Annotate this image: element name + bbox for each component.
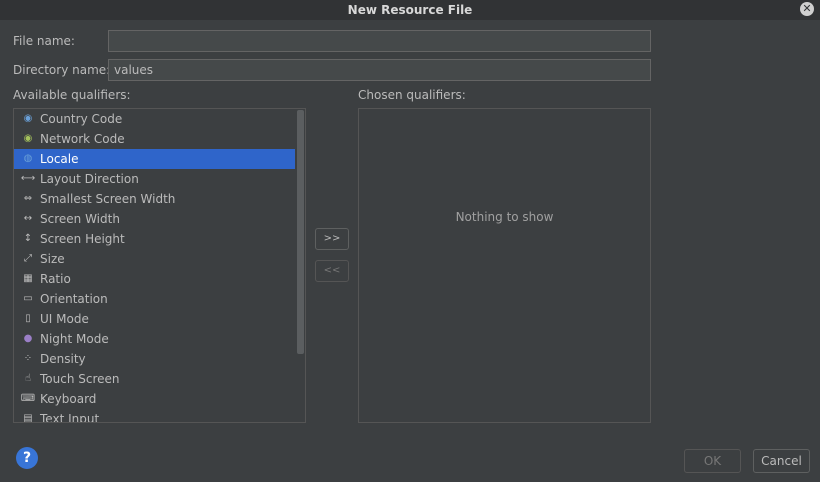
qualifier-label: Size	[40, 252, 65, 266]
night-mode-icon: ●	[23, 333, 33, 344]
qualifier-item[interactable]: ◉ Country Code	[14, 109, 295, 129]
file-name-label: File name:	[13, 34, 75, 48]
qualifier-label: Smallest Screen Width	[40, 192, 176, 206]
help-icon[interactable]: ?	[16, 447, 38, 469]
ui-mode-icon: ▯	[25, 313, 31, 324]
screen-height-icon: ↕	[23, 233, 33, 244]
size-icon: ⤢	[24, 253, 32, 264]
qualifier-label: Screen Width	[40, 212, 120, 226]
directory-name-input[interactable]	[108, 59, 651, 81]
qualifier-label: Ratio	[40, 272, 71, 286]
title-bar: New Resource File ✕	[0, 0, 820, 20]
qualifier-item[interactable]: ◍ Locale	[14, 149, 295, 169]
qualifier-label: Orientation	[40, 292, 108, 306]
density-icon: ⁘	[23, 353, 33, 364]
orientation-icon: ▭	[23, 293, 33, 304]
add-qualifier-button[interactable]: >>	[315, 228, 349, 250]
qualifier-item[interactable]: ▦ Ratio	[14, 269, 295, 289]
globe-icon: ◍	[23, 153, 33, 164]
qualifier-label: Keyboard	[40, 392, 97, 406]
ok-button[interactable]: OK	[684, 449, 741, 473]
qualifier-item[interactable]: ▯ UI Mode	[14, 309, 295, 329]
qualifier-item[interactable]: ↕ Screen Height	[14, 229, 295, 249]
qualifier-item[interactable]: ⌨ Keyboard	[14, 389, 295, 409]
directory-name-label: Directory name:	[13, 63, 111, 77]
smallest-width-icon: ⇔	[23, 193, 33, 204]
qualifier-label: Country Code	[40, 112, 123, 126]
qualifier-label: Layout Direction	[40, 172, 139, 186]
qualifier-label: Locale	[40, 152, 79, 166]
remove-qualifier-button[interactable]: <<	[315, 260, 349, 282]
qualifier-item[interactable]: ⁘ Density	[14, 349, 295, 369]
qualifier-item[interactable]: ☝ Touch Screen	[14, 369, 295, 389]
qualifier-label: Density	[40, 352, 86, 366]
network-code-icon: ◉	[23, 133, 33, 144]
text-input-icon: ▤	[23, 413, 33, 422]
qualifier-label: UI Mode	[40, 312, 89, 326]
chosen-qualifiers-label: Chosen qualifiers:	[358, 88, 466, 102]
qualifier-label: Text Input	[40, 412, 100, 422]
cancel-button[interactable]: Cancel	[753, 449, 810, 473]
chosen-qualifiers-list[interactable]: Nothing to show	[358, 108, 651, 423]
qualifier-item[interactable]: ● Night Mode	[14, 329, 295, 349]
available-qualifiers-label: Available qualifiers:	[13, 88, 131, 102]
qualifier-item[interactable]: ▭ Orientation	[14, 289, 295, 309]
qualifier-item[interactable]: ⤢ Size	[14, 249, 295, 269]
close-icon[interactable]: ✕	[800, 2, 814, 16]
dialog-title: New Resource File	[347, 3, 473, 17]
touch-screen-icon: ☝	[24, 373, 32, 384]
qualifier-item[interactable]: ⇔ Smallest Screen Width	[14, 189, 295, 209]
country-code-icon: ◉	[23, 113, 33, 124]
list-scrollbar[interactable]	[297, 110, 304, 354]
empty-state-text: Nothing to show	[455, 210, 554, 224]
screen-width-icon: ↔	[23, 213, 33, 224]
qualifier-label: Touch Screen	[40, 372, 120, 386]
layout-direction-icon: ⟷	[20, 173, 36, 184]
available-qualifiers-list[interactable]: ◉ Country Code ◉ Network Code ◍ Locale ⟷ Layout…	[13, 108, 306, 423]
qualifier-item[interactable]: ⟷ Layout Direction	[14, 169, 295, 189]
ratio-icon: ▦	[23, 273, 33, 284]
qualifier-list-body: ◉ Country Code ◉ Network Code ◍ Locale ⟷ Layout…	[14, 109, 295, 422]
qualifier-label: Network Code	[40, 132, 125, 146]
qualifier-label: Night Mode	[40, 332, 109, 346]
qualifier-label: Screen Height	[40, 232, 125, 246]
file-name-input[interactable]	[108, 30, 651, 52]
qualifier-item[interactable]: ↔ Screen Width	[14, 209, 295, 229]
keyboard-icon: ⌨	[20, 393, 36, 404]
qualifier-item[interactable]: ▤ Text Input	[14, 409, 295, 422]
qualifier-item[interactable]: ◉ Network Code	[14, 129, 295, 149]
